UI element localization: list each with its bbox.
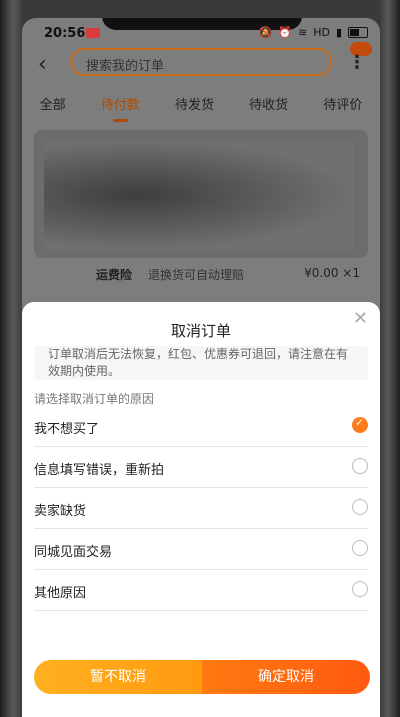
phone-bezel-left	[0, 0, 22, 717]
recording-icon	[86, 28, 100, 38]
search-row: ‹ 搜索我的订单 ⋮	[22, 42, 380, 88]
reason-item[interactable]: 信息填写错误，重新拍	[34, 447, 368, 488]
confirm-cancel-button[interactable]: 确定取消	[202, 660, 370, 694]
tab-pending-receipt[interactable]: 待收货	[249, 90, 288, 124]
tab-pending-payment[interactable]: 待付款	[101, 90, 140, 124]
screen: 20:56 🔕 ⏰ ≋ HD ▮ ‹ 搜索我的订单 ⋮ 全部 待付款 待发货 待…	[22, 18, 380, 717]
status-bar: 20:56 🔕 ⏰ ≋ HD ▮	[22, 18, 380, 50]
radio-unchecked-icon[interactable]	[352, 540, 368, 556]
battery-icon	[348, 27, 368, 38]
phone-frame: 20:56 🔕 ⏰ ≋ HD ▮ ‹ 搜索我的订单 ⋮ 全部 待付款 待发货 待…	[0, 0, 400, 717]
search-placeholder: 搜索我的订单	[86, 59, 165, 74]
reason-item[interactable]: 卖家缺货	[34, 488, 368, 529]
cancel-order-dialog: ✕ 取消订单 订单取消后无法恢复，红包、优惠券可退回，请注意在有效期内使用。 请…	[22, 302, 380, 717]
order-tabs: 全部 待付款 待发货 待收货 待评价	[22, 90, 380, 124]
dialog-actions: 暂不取消 确定取消	[34, 660, 370, 694]
tab-all[interactable]: 全部	[40, 90, 66, 124]
reason-item[interactable]: 同城见面交易	[34, 529, 368, 570]
reason-label: 其他原因	[34, 586, 87, 601]
reason-prompt: 请选择取消订单的原因	[34, 392, 155, 406]
phone-bezel-right	[380, 0, 400, 717]
tab-pending-shipment[interactable]: 待发货	[175, 90, 214, 124]
reason-label: 同城见面交易	[34, 545, 113, 560]
status-time: 20:56	[44, 26, 86, 41]
blurred-product-image	[44, 140, 354, 250]
more-menu-icon[interactable]: ⋮	[348, 52, 366, 73]
reason-label: 信息填写错误，重新拍	[34, 463, 165, 478]
radio-unchecked-icon[interactable]	[352, 581, 368, 597]
order-card	[34, 130, 368, 258]
freight-label: 运费险	[96, 268, 133, 282]
mute-icon: 🔕	[258, 26, 273, 39]
radio-unchecked-icon[interactable]	[352, 499, 368, 515]
alarm-icon: ⏰	[278, 26, 292, 39]
reason-label: 我不想买了	[34, 422, 100, 437]
radio-checked-icon[interactable]	[352, 416, 368, 433]
tab-pending-review[interactable]: 待评价	[323, 90, 362, 124]
signal-icon: ▮	[335, 26, 342, 39]
keep-order-button[interactable]: 暂不取消	[34, 660, 202, 694]
reason-item[interactable]: 我不想买了	[34, 406, 368, 447]
reason-label: 卖家缺货	[34, 504, 87, 519]
status-icons: 🔕 ⏰ ≋ HD ▮	[259, 26, 368, 39]
wifi-icon: ≋	[297, 26, 308, 39]
freight-description: 退换货可自动理赔	[148, 268, 245, 282]
back-arrow-icon[interactable]: ‹	[38, 52, 47, 77]
cancel-notice: 订单取消后无法恢复，红包、优惠券可退回，请注意在有效期内使用。	[34, 346, 368, 380]
reason-list: 我不想买了 信息填写错误，重新拍 卖家缺货 同城见面交易 其他原因	[34, 406, 368, 611]
freight-price: ¥0.00 ×1	[304, 266, 360, 280]
radio-unchecked-icon[interactable]	[352, 458, 368, 474]
network-type: HD	[313, 26, 330, 39]
freight-insurance-row: 运费险 退换货可自动理赔 ¥0.00 ×1	[22, 264, 380, 288]
dialog-title: 取消订单	[170, 322, 231, 340]
reason-item[interactable]: 其他原因	[34, 570, 368, 611]
order-search-input[interactable]: 搜索我的订单	[70, 48, 332, 76]
